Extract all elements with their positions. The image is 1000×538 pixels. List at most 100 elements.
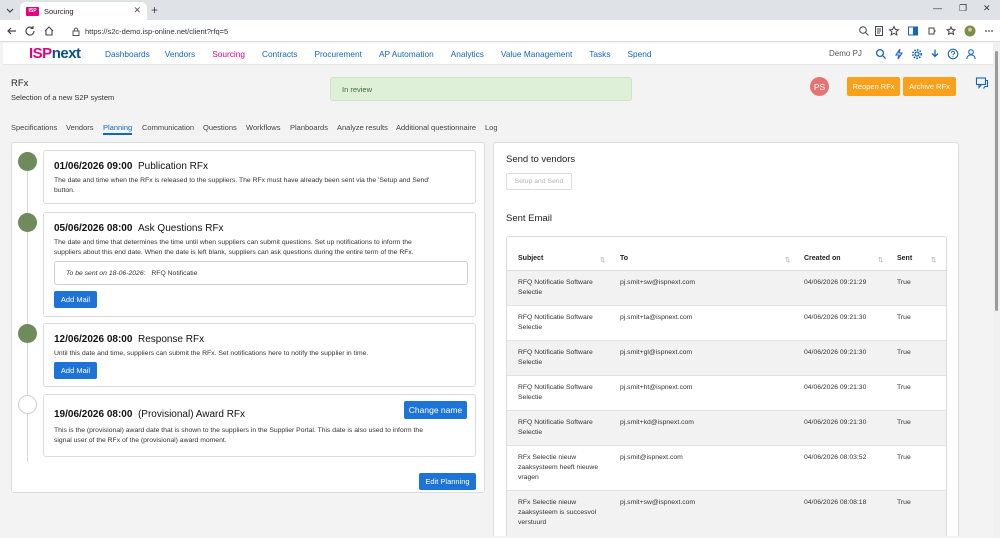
back-icon[interactable] <box>6 25 18 37</box>
tab-questions[interactable]: Questions <box>203 123 237 132</box>
sort-icon[interactable]: ⇅ <box>878 256 883 264</box>
table-row[interactable]: RFQ Notificatie Software Selectie pj.smit… <box>507 271 946 306</box>
tab-planning[interactable]: Planning <box>103 123 132 132</box>
rfx-tabs: Specifications Vendors Planning Communic… <box>3 122 995 136</box>
sent-email-heading: Sent Email <box>506 213 552 224</box>
user-name[interactable]: Demo PJ <box>829 49 862 58</box>
tab-log[interactable]: Log <box>485 123 498 132</box>
cell-created-on: 04/06/2026 09:21:30 <box>804 349 867 356</box>
tab-specifications[interactable]: Specifications <box>11 123 57 132</box>
add-mail-button[interactable]: Add Mail <box>54 362 97 379</box>
home-icon[interactable] <box>43 25 55 37</box>
send-to-vendors-heading: Send to vendors <box>506 154 576 165</box>
nav-item-ap-automation[interactable]: AP Automation <box>379 49 434 59</box>
table-row[interactable]: RFx Selectie nieuw zaaksysteem heeft nieu… <box>507 446 946 491</box>
restore-icon[interactable]: ❐ <box>959 3 967 14</box>
cell-created-on: 04/06/2026 09:21:30 <box>804 384 867 391</box>
tab-workflows[interactable]: Workflows <box>246 123 280 132</box>
nav-item-tasks[interactable]: Tasks <box>589 49 610 59</box>
zoom-icon[interactable] <box>858 25 870 37</box>
gear-icon[interactable] <box>911 48 923 60</box>
event-card-response: 12/06/2026 08:00 Response RFx Until this… <box>43 323 476 387</box>
minimize-icon[interactable]: — <box>933 3 942 13</box>
table-row[interactable]: RFQ Notificatie Software Selectie pj.smit… <box>507 341 946 376</box>
favicon-icon: ISP <box>26 6 39 16</box>
tab-additional-questionnaire[interactable]: Additional questionnaire <box>396 123 476 132</box>
help-icon[interactable] <box>947 48 959 60</box>
cell-subject: RFQ Notificatie Software Selectie <box>518 384 593 401</box>
timeline-dot-pending <box>18 395 37 414</box>
edit-planning-button[interactable]: Edit Planning <box>419 473 476 490</box>
close-tab-icon[interactable]: ✕ <box>133 5 141 16</box>
tab-list-chevron-icon[interactable] <box>4 4 16 16</box>
cell-to: pj.smit+ht@ispnext.com <box>620 384 693 391</box>
column-header-sent[interactable]: Sent <box>897 255 912 262</box>
app-viewport: ISPnext Dashboards Vendors Sourcing Cont… <box>3 43 995 536</box>
user-icon[interactable] <box>965 48 977 60</box>
timeline-line <box>27 158 28 462</box>
cell-sent: True <box>897 384 911 391</box>
cell-created-on: 04/06/2026 08:03:52 <box>804 454 867 461</box>
column-header-created-on[interactable]: Created on <box>804 255 841 262</box>
cell-created-on: 04/06/2026 08:08:18 <box>804 499 867 506</box>
column-header-to[interactable]: To <box>620 255 628 262</box>
column-header-subject[interactable]: Subject <box>518 255 543 262</box>
reader-icon[interactable] <box>873 25 885 37</box>
scheduled-mail-notice[interactable]: To be sent on 18-06-2026: RFQ Notificati… <box>54 261 468 285</box>
table-row[interactable]: RFQ Notificatie Software Selectie pj.smit… <box>507 376 946 411</box>
sort-icon[interactable]: ⇅ <box>600 256 605 264</box>
profile-avatar-icon[interactable] <box>964 25 976 37</box>
favorite-icon[interactable] <box>888 25 900 37</box>
event-description: This is the (provisional) award date tha… <box>54 427 423 444</box>
setup-and-send-button[interactable]: Setup and Send <box>506 173 572 190</box>
reload-icon[interactable] <box>24 25 36 37</box>
event-heading: 12/06/2026 08:00 Response RFx <box>54 334 205 345</box>
main-menu: Dashboards Vendors Sourcing Contracts Pr… <box>105 49 651 59</box>
new-tab-icon[interactable]: + <box>151 3 158 17</box>
cell-subject: RFx Selectie nieuw zaaksysteem heeft nieu… <box>518 454 599 481</box>
nav-item-procurement[interactable]: Procurement <box>314 49 362 59</box>
table-row[interactable]: RFQ Notificatie Software Selectie pj.smit… <box>507 411 946 446</box>
extensions-icon[interactable] <box>926 25 938 37</box>
event-heading: 19/06/2026 08:00 (Provisional) Award RFx <box>54 409 246 420</box>
status-badge: In review <box>330 77 632 101</box>
change-name-button[interactable]: Change name <box>404 401 467 419</box>
reopen-rfx-button[interactable]: Reopen RFx <box>847 77 900 96</box>
sort-icon[interactable]: ⇅ <box>931 256 936 264</box>
page-scrollbar[interactable] <box>993 43 1000 538</box>
nav-item-dashboards[interactable]: Dashboards <box>105 49 150 59</box>
nav-item-sourcing[interactable]: Sourcing <box>212 49 245 59</box>
archive-rfx-button[interactable]: Archive RFx <box>903 77 956 96</box>
cell-sent: True <box>897 499 911 506</box>
nav-item-analytics[interactable]: Analytics <box>451 49 484 59</box>
nav-item-contracts[interactable]: Contracts <box>262 49 298 59</box>
add-mail-button[interactable]: Add Mail <box>54 291 97 308</box>
nav-item-spend[interactable]: Spend <box>627 49 651 59</box>
cell-subject: RFx Selectie nieuw zaaksysteem is succesv… <box>518 499 597 526</box>
cell-subject: RFQ Notificatie Software Selectie <box>518 279 593 296</box>
browser-menu-icon[interactable] <box>983 25 995 37</box>
ispnext-logo[interactable]: ISPnext <box>29 45 81 62</box>
tab-planboards[interactable]: Planboards <box>290 123 328 132</box>
scrollbar-thumb[interactable] <box>995 51 998 311</box>
avatar[interactable]: PS <box>810 77 829 96</box>
nav-item-vendors[interactable]: Vendors <box>165 49 195 59</box>
tab-analyze-results[interactable]: Analyze results <box>337 123 388 132</box>
search-icon[interactable] <box>875 48 887 60</box>
browser-tab[interactable]: ISP Sourcing ✕ <box>20 2 147 20</box>
table-row[interactable]: RFx Selectie nieuw zaaksysteem is succesv… <box>507 491 946 536</box>
tab-vendors[interactable]: Vendors <box>66 123 94 132</box>
browser-tab-strip: ISP Sourcing ✕ + — ❐ ✕ <box>0 0 1000 20</box>
address-bar[interactable]: https://s2c-demo.isp-online.net/client?r… <box>62 23 872 39</box>
collections-icon[interactable] <box>945 25 957 37</box>
cell-to: pj.smit@ispnext.com <box>620 454 683 461</box>
close-window-icon[interactable]: ✕ <box>983 3 991 14</box>
sort-icon[interactable]: ⇅ <box>785 256 790 264</box>
tab-communication[interactable]: Communication <box>142 123 194 132</box>
lightning-icon[interactable] <box>893 48 905 60</box>
cell-to: pj.smit+sw@ispnext.com <box>620 499 696 506</box>
table-row[interactable]: RFQ Notificatie Software Selectie pj.smit… <box>507 306 946 341</box>
nav-item-value-management[interactable]: Value Management <box>501 49 572 59</box>
download-icon[interactable] <box>929 48 941 60</box>
split-view-icon[interactable] <box>907 25 919 37</box>
